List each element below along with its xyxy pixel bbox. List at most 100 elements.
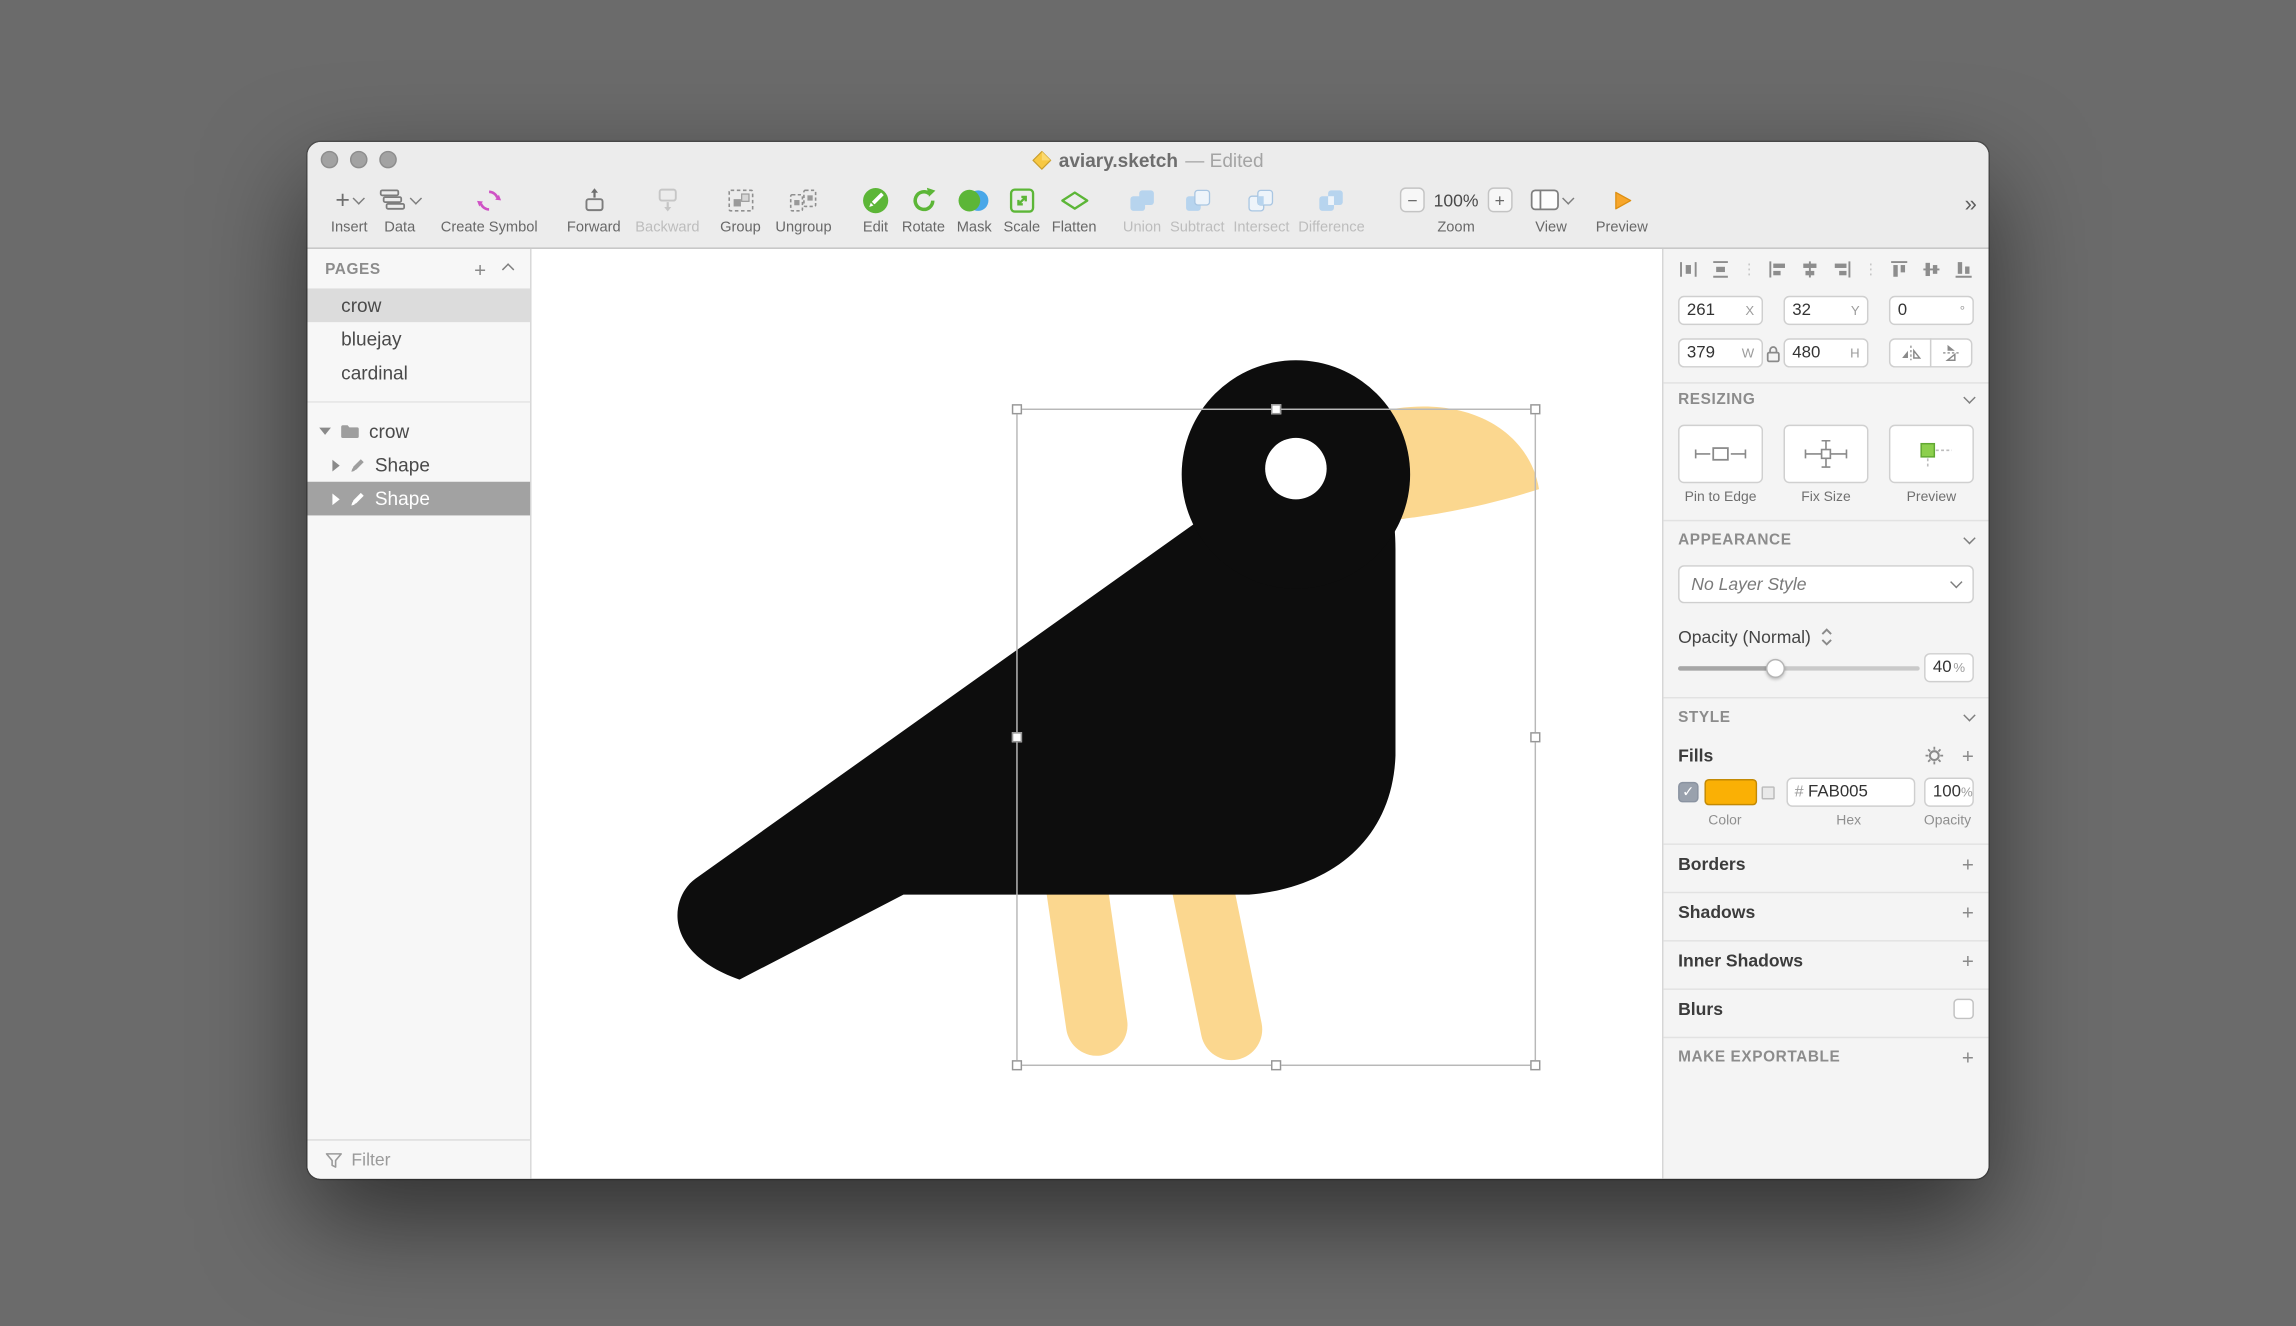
preview-button[interactable]: Preview xyxy=(1596,182,1648,236)
rotate-button[interactable]: Rotate xyxy=(902,182,945,236)
fix-size-option[interactable] xyxy=(1784,425,1869,484)
fill-color-swatch[interactable] xyxy=(1704,779,1756,805)
align-bottom-icon[interactable] xyxy=(1953,259,1974,280)
fill-opacity-suffix: % xyxy=(1961,785,1973,800)
chevron-down-icon[interactable] xyxy=(1963,532,1975,544)
selection-handle-top-left[interactable] xyxy=(1012,404,1022,414)
difference-icon xyxy=(1318,188,1344,211)
divider xyxy=(1663,382,1988,383)
fill-enabled-checkbox[interactable]: ✓ xyxy=(1678,782,1698,803)
left-sidebar: PAGES + crow bluejay cardinal xyxy=(308,249,532,1179)
x-input[interactable]: 261 X xyxy=(1678,296,1763,325)
fill-opacity-input[interactable]: 100 % xyxy=(1924,778,1974,807)
separator-dots: ⋮ xyxy=(1742,261,1757,277)
opacity-input[interactable]: 40 % xyxy=(1924,653,1974,682)
ungroup-button[interactable]: Ungroup xyxy=(775,182,831,236)
intersect-icon xyxy=(1248,188,1274,211)
selection-handle-middle-right[interactable] xyxy=(1530,732,1540,742)
blend-mode-stepper-icon[interactable] xyxy=(1820,627,1833,648)
align-right-icon[interactable] xyxy=(1832,259,1853,280)
y-suffix: Y xyxy=(1851,303,1860,318)
layer-artboard-crow[interactable]: crow xyxy=(308,414,531,448)
view-panels-icon xyxy=(1530,189,1559,211)
close-button[interactable] xyxy=(321,151,339,169)
resizing-preview[interactable] xyxy=(1889,425,1974,484)
fullscreen-button[interactable] xyxy=(379,151,397,169)
opacity-slider[interactable] xyxy=(1678,657,1920,678)
chevron-down-icon[interactable] xyxy=(1963,391,1975,403)
align-center-horizontal-icon[interactable] xyxy=(1800,259,1821,280)
add-export-button[interactable]: + xyxy=(1962,1047,1974,1068)
disclosure-right-icon[interactable] xyxy=(332,459,339,471)
chevron-down-icon[interactable] xyxy=(1963,709,1975,721)
add-shadow-button[interactable]: + xyxy=(1962,902,1974,923)
minimize-button[interactable] xyxy=(350,151,368,169)
layer-shape-2-selected[interactable]: Shape xyxy=(308,482,531,516)
distribute-vertically-icon[interactable] xyxy=(1710,259,1731,280)
shadows-section-header: Shadows + xyxy=(1663,899,1988,925)
filter-input[interactable]: Filter xyxy=(351,1149,390,1170)
backward-button[interactable]: Backward xyxy=(635,182,699,236)
scale-button[interactable]: Scale xyxy=(1003,182,1040,236)
flip-horizontal-button[interactable] xyxy=(1889,338,1931,367)
selection-handle-top-right[interactable] xyxy=(1530,404,1540,414)
toolbar-overflow-button[interactable]: » xyxy=(1965,192,1977,217)
fill-hex-input[interactable]: # FAB005 xyxy=(1786,778,1915,807)
selection-handle-bottom-left[interactable] xyxy=(1012,1060,1022,1070)
selection-handle-bottom-right[interactable] xyxy=(1530,1060,1540,1070)
page-item-cardinal[interactable]: cardinal xyxy=(308,356,531,390)
canvas[interactable] xyxy=(532,249,1662,1179)
page-item-bluejay[interactable]: bluejay xyxy=(308,322,531,356)
zoom-in-button[interactable]: + xyxy=(1487,187,1512,212)
disclosure-right-icon[interactable] xyxy=(332,493,339,505)
align-left-icon[interactable] xyxy=(1768,259,1789,280)
selection-handle-top-middle[interactable] xyxy=(1271,404,1281,414)
add-page-button[interactable]: + xyxy=(474,258,486,279)
layer-style-select[interactable]: No Layer Style xyxy=(1678,565,1974,603)
titlebar[interactable]: aviary.sketch — Edited xyxy=(308,142,1989,177)
lock-proportions-icon[interactable] xyxy=(1766,343,1781,362)
create-symbol-button[interactable]: Create Symbol xyxy=(441,182,538,236)
difference-button[interactable]: Difference xyxy=(1298,182,1364,236)
insert-button[interactable]: + Insert xyxy=(331,182,368,236)
intersect-button[interactable]: Intersect xyxy=(1233,182,1289,236)
subtract-button[interactable]: Subtract xyxy=(1170,182,1225,236)
width-input[interactable]: 379 W xyxy=(1678,338,1763,367)
divider xyxy=(1663,520,1988,521)
edit-button[interactable]: Edit xyxy=(861,182,890,236)
selection-handle-bottom-middle[interactable] xyxy=(1271,1060,1281,1070)
gear-icon[interactable] xyxy=(1924,745,1945,766)
flip-vertical-button[interactable] xyxy=(1930,338,1972,367)
blur-enabled-checkbox[interactable] xyxy=(1953,999,1974,1020)
play-icon xyxy=(1610,188,1633,211)
height-input[interactable]: 480 H xyxy=(1784,338,1869,367)
mask-button[interactable]: Mask xyxy=(957,182,992,236)
view-button[interactable]: View xyxy=(1530,182,1572,236)
slider-knob[interactable] xyxy=(1765,658,1784,677)
rotation-input[interactable]: 0 ° xyxy=(1889,296,1974,325)
y-input[interactable]: 32 Y xyxy=(1784,296,1869,325)
forward-button[interactable]: Forward xyxy=(567,182,621,236)
add-fill-button[interactable]: + xyxy=(1962,745,1974,766)
flatten-button[interactable]: Flatten xyxy=(1052,182,1097,236)
blurs-header: Blurs xyxy=(1678,999,1723,1020)
selection-handle-middle-left[interactable] xyxy=(1012,732,1022,742)
pin-to-edge-option[interactable] xyxy=(1678,425,1763,484)
layer-shape-1[interactable]: Shape xyxy=(308,448,531,482)
add-inner-shadow-button[interactable]: + xyxy=(1962,950,1974,971)
shape-layer-icon xyxy=(349,456,367,474)
color-variable-icon[interactable] xyxy=(1761,786,1774,799)
align-middle-vertical-icon[interactable] xyxy=(1921,259,1942,280)
group-button[interactable]: Group xyxy=(720,182,761,236)
add-border-button[interactable]: + xyxy=(1962,854,1974,875)
zoom-out-button[interactable]: − xyxy=(1400,187,1425,212)
collapse-pages-icon[interactable] xyxy=(502,262,514,274)
disclosure-down-icon[interactable] xyxy=(319,428,331,435)
align-top-icon[interactable] xyxy=(1889,259,1910,280)
page-item-crow[interactable]: crow xyxy=(308,288,531,322)
move-forward-icon xyxy=(581,187,607,212)
union-button[interactable]: Union xyxy=(1123,182,1161,236)
data-button[interactable]: Data xyxy=(379,182,420,236)
distribute-horizontally-icon[interactable] xyxy=(1678,259,1699,280)
inner-shadows-header: Inner Shadows xyxy=(1678,950,1803,971)
